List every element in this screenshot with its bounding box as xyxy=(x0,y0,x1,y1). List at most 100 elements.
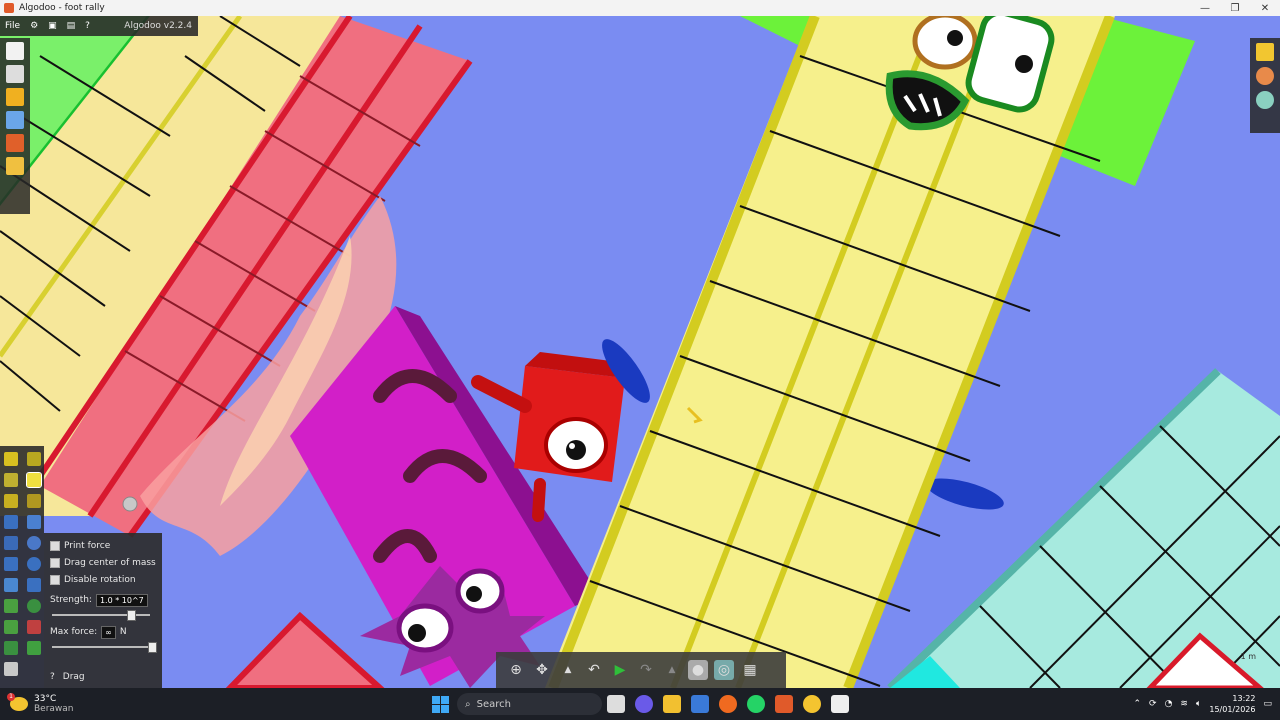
firefox-icon[interactable] xyxy=(719,695,737,713)
print-force-label: Print force xyxy=(64,540,111,551)
hinge-tool-icon[interactable] xyxy=(4,620,18,634)
file-menu[interactable]: File xyxy=(0,16,25,36)
search-icon: ⌕ xyxy=(465,698,471,710)
strength-slider[interactable] xyxy=(50,610,156,621)
scale-tool-icon[interactable] xyxy=(27,494,41,508)
fixate-tool-icon[interactable] xyxy=(27,599,41,613)
wifi-icon[interactable]: ≋ xyxy=(1180,699,1188,709)
max-force-unit: N xyxy=(119,627,127,637)
dropdown-up-icon-2[interactable]: ▲ xyxy=(662,660,682,680)
print-force-option[interactable]: Print force xyxy=(50,537,156,554)
max-force-slider[interactable] xyxy=(50,642,157,653)
store-icon[interactable] xyxy=(691,695,709,713)
help-menu[interactable]: ? xyxy=(80,16,95,36)
new-scene-icon[interactable] xyxy=(6,42,24,60)
search-placeholder: Search xyxy=(476,698,511,710)
version-label: Algodoo v2.2.4 xyxy=(124,21,192,31)
sketch-tool-icon[interactable] xyxy=(4,452,18,466)
algodoo-menubar: File ⚙ ▣ ▤ ? Algodoo v2.2.4 xyxy=(0,16,198,36)
tracer-tool-icon[interactable] xyxy=(4,641,18,655)
task-view-icon[interactable] xyxy=(607,695,625,713)
chevron-up-icon[interactable]: ⌃ xyxy=(1133,699,1141,709)
weather-icon: 1 xyxy=(7,693,28,711)
open-folder-icon[interactable] xyxy=(6,88,24,106)
system-tray: ⌃ ⟳ ◔ ≋ 🔈︎ 13:22 15/01/2026 ▭ xyxy=(1133,693,1280,715)
settings-gear-icon[interactable]: ⚙ xyxy=(25,16,43,36)
simulation-canvas[interactable] xyxy=(0,16,1280,688)
play-icon[interactable]: ▶ xyxy=(610,660,630,680)
minimize-button[interactable]: — xyxy=(1190,0,1220,16)
disable-rotation-checkbox[interactable] xyxy=(50,574,60,585)
gear-shape-icon[interactable] xyxy=(27,536,41,550)
network-icon[interactable]: ◔ xyxy=(1165,699,1173,709)
windows-taskbar: 1 33°C Berawan ⌕ Search ⌃ ⟳ ◔ ≋ 🔈︎ 13:22… xyxy=(0,688,1280,720)
box-tool-icon[interactable] xyxy=(4,557,18,571)
right-toolbar xyxy=(1250,38,1280,133)
strength-field[interactable]: 1.0 * 10^7 xyxy=(95,593,148,607)
laser-tool-icon[interactable] xyxy=(27,641,41,655)
dropdown-up-icon[interactable]: ▲ xyxy=(558,660,578,680)
scene-thumb-icon[interactable] xyxy=(6,134,24,152)
knife-tool-icon[interactable] xyxy=(4,515,18,529)
window-icon[interactable]: ▤ xyxy=(62,16,81,36)
notifications-icon[interactable]: ▭ xyxy=(1263,699,1272,709)
close-button[interactable]: ✕ xyxy=(1250,0,1280,16)
notification-badge: 1 xyxy=(7,693,15,701)
chrome-icon[interactable] xyxy=(803,695,821,713)
polygon-tool-icon[interactable] xyxy=(4,536,18,550)
gravity-icon[interactable]: ● xyxy=(688,660,708,680)
brush-tool-icon[interactable] xyxy=(27,515,41,529)
grid-icon[interactable]: ▦ xyxy=(740,660,760,680)
weather-temperature: 33°C xyxy=(34,694,57,704)
volume-icon[interactable]: 🔈︎ xyxy=(1196,699,1201,709)
strength-label: Strength: xyxy=(50,595,92,605)
pan-icon[interactable]: ✥ xyxy=(532,660,552,680)
tool-dock xyxy=(0,446,44,688)
sync-icon[interactable]: ⟳ xyxy=(1149,699,1157,709)
app-icon[interactable] xyxy=(831,695,849,713)
weather-widget[interactable]: 1 33°C Berawan xyxy=(0,693,430,714)
drag-center-of-mass-checkbox[interactable] xyxy=(50,557,60,568)
spring-tool-icon[interactable] xyxy=(4,599,18,613)
max-force-field[interactable]: ∞ xyxy=(101,625,116,639)
clock[interactable]: 13:22 15/01/2026 xyxy=(1209,693,1255,715)
circle-tool-icon[interactable] xyxy=(27,557,41,571)
drag-tool-icon[interactable] xyxy=(26,472,42,488)
disable-rotation-label: Disable rotation xyxy=(64,574,136,585)
strength-slider-knob[interactable] xyxy=(126,610,136,621)
tool-help-button[interactable]: ? xyxy=(50,672,55,682)
move-tool-icon[interactable] xyxy=(4,473,18,487)
tutorial-icon[interactable] xyxy=(6,157,24,175)
maximize-button[interactable]: ❐ xyxy=(1220,0,1250,16)
file-explorer-icon[interactable] xyxy=(663,695,681,713)
disable-rotation-option[interactable]: Disable rotation xyxy=(50,571,156,588)
start-button-icon[interactable] xyxy=(432,695,449,713)
window-titlebar: Algodoo - foot rally — ❐ ✕ xyxy=(0,0,1280,16)
algodoo-taskbar-icon[interactable] xyxy=(775,695,793,713)
chain-tool-icon[interactable] xyxy=(27,578,41,592)
thruster-tool-icon[interactable] xyxy=(27,620,41,634)
print-force-checkbox[interactable] xyxy=(50,540,60,551)
drag-options-panel: Print force Drag center of mass Disable … xyxy=(44,533,162,688)
layers-icon[interactable] xyxy=(1256,43,1274,61)
max-force-slider-knob[interactable] xyxy=(148,642,157,653)
eraser-tool-icon[interactable] xyxy=(4,662,18,676)
air-icon[interactable]: ◎ xyxy=(714,660,734,680)
redo-icon[interactable]: ↷ xyxy=(636,660,656,680)
rotate-tool-icon[interactable] xyxy=(4,494,18,508)
palette-icon[interactable] xyxy=(1256,67,1274,85)
scene-browser-icon[interactable]: ▣ xyxy=(43,16,62,36)
algodoo-app-icon xyxy=(4,3,14,13)
zoom-icon[interactable]: ⊕ xyxy=(506,660,526,680)
whatsapp-icon[interactable] xyxy=(747,695,765,713)
drag-center-of-mass-option[interactable]: Drag center of mass xyxy=(50,554,156,571)
plane-tool-icon[interactable] xyxy=(4,578,18,592)
save-scene-icon[interactable] xyxy=(6,65,24,83)
zoom-icon[interactable] xyxy=(1256,91,1274,109)
undo-icon[interactable]: ↶ xyxy=(584,660,604,680)
taskbar-search[interactable]: ⌕ Search xyxy=(457,693,602,715)
drag-center-of-mass-label: Drag center of mass xyxy=(64,557,156,568)
pen-tool-icon[interactable] xyxy=(27,452,41,466)
copilot-icon[interactable] xyxy=(635,695,653,713)
background-icon[interactable] xyxy=(6,111,24,129)
